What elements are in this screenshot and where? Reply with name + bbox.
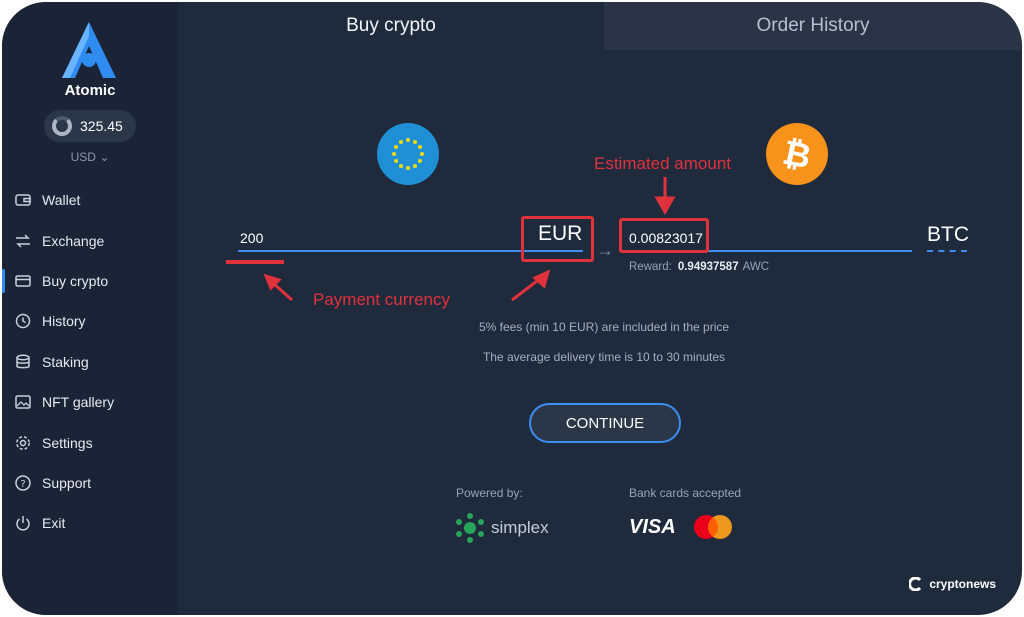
image-icon [15, 395, 31, 409]
reward-label: Reward: [629, 261, 672, 273]
power-icon [16, 516, 30, 531]
reward-line: Reward: 0.94937587 AWC [629, 261, 769, 273]
balance-chart-icon [52, 116, 72, 136]
currency-selector[interactable]: USD ⌄ [2, 150, 178, 164]
sidebar-item-label: Staking [42, 353, 89, 370]
sidebar-nav: Wallet Exchange Buy crypto History Staki… [2, 180, 178, 544]
reward-unit: AWC [742, 261, 769, 273]
bank-cards-label: Bank cards accepted [629, 486, 742, 500]
watermark: cryptonews [909, 577, 996, 591]
amount-input[interactable]: 200 [240, 230, 263, 246]
fees-note: 5% fees (min 10 EUR) are included in the… [478, 320, 730, 334]
sidebar-item-label: Buy crypto [42, 272, 109, 289]
annotation-payment: Payment currency [313, 290, 450, 309]
tab-buy-crypto[interactable]: Buy crypto [178, 2, 604, 50]
highlight-estimated [619, 218, 709, 253]
exchange-icon [16, 234, 30, 248]
balance-value: 325.45 [80, 118, 123, 134]
sidebar-item-label: Wallet [42, 192, 81, 209]
sidebar-item-label: Settings [42, 434, 93, 451]
highlight-eur [521, 216, 594, 262]
sidebar-item-label: Support [42, 474, 92, 491]
visa-logo: VISA [629, 516, 676, 538]
arrow-right-icon: → [596, 240, 614, 260]
continue-button[interactable]: CONTINUE [529, 403, 681, 443]
receive-currency-selector[interactable]: BTC [927, 223, 969, 247]
tab-order-history[interactable]: Order History [604, 2, 1022, 50]
reward-value: 0.94937587 [677, 261, 739, 273]
app-window: Atomic 325.45 USD ⌄ Wallet Exchange Buy … [2, 2, 1022, 615]
svg-text:?: ? [20, 479, 25, 490]
sidebar-item-history[interactable]: History [2, 301, 178, 341]
sidebar-item-buy-crypto[interactable]: Buy crypto [2, 261, 178, 301]
bitcoin-coin-icon: ₿ [766, 123, 828, 185]
atomic-logo-icon [62, 22, 116, 78]
sidebar-item-label: History [42, 313, 86, 330]
provider-name: simplex [491, 518, 549, 537]
sidebar-item-wallet[interactable]: Wallet [2, 180, 178, 220]
sidebar-item-exit[interactable]: Exit [2, 503, 178, 543]
mastercard-logo-icon [694, 515, 732, 539]
cryptonews-logo-icon [909, 577, 922, 591]
watermark-text: cryptonews [929, 577, 996, 591]
simplex-logo: simplex [455, 513, 549, 543]
amount-highlight-underline [226, 260, 284, 264]
chevron-down-icon: ⌄ [99, 150, 110, 164]
simplex-network-icon [456, 513, 484, 543]
annotation-arrows [263, 177, 676, 302]
currency-label: USD [70, 150, 96, 164]
help-icon: ? [15, 475, 31, 491]
delivery-note: The average delivery time is 10 to 30 mi… [482, 350, 726, 364]
sidebar-item-label: Exchange [42, 232, 105, 249]
coins-stack-icon [16, 354, 30, 369]
sidebar-item-settings[interactable]: Settings [2, 422, 178, 462]
brand-name: Atomic [64, 82, 116, 99]
gear-icon [16, 435, 30, 450]
sidebar-item-staking[interactable]: Staking [2, 342, 178, 382]
history-icon [15, 314, 31, 329]
annotation-estimated: Estimated amount [594, 154, 732, 173]
powered-by-label: Powered by: [456, 486, 523, 500]
balance-pill[interactable]: 325.45 [44, 110, 136, 142]
wallet-icon [15, 194, 31, 206]
sidebar-item-label: NFT gallery [42, 394, 115, 411]
sidebar: Atomic 325.45 USD ⌄ Wallet Exchange Buy … [2, 2, 178, 615]
receive-currency-underline [927, 250, 967, 252]
sidebar-item-exchange[interactable]: Exchange [2, 220, 178, 260]
svg-text:₿: ₿ [779, 133, 814, 178]
card-icon [15, 275, 31, 287]
sidebar-item-nft-gallery[interactable]: NFT gallery [2, 382, 178, 422]
buy-crypto-panel: ₿ 200 EUR → 0.00823017 BTC Reward: 0.9493… [178, 50, 1022, 615]
sidebar-item-support[interactable]: ? Support [2, 463, 178, 503]
sidebar-item-label: Exit [42, 515, 66, 532]
eur-coin-icon [377, 123, 439, 185]
